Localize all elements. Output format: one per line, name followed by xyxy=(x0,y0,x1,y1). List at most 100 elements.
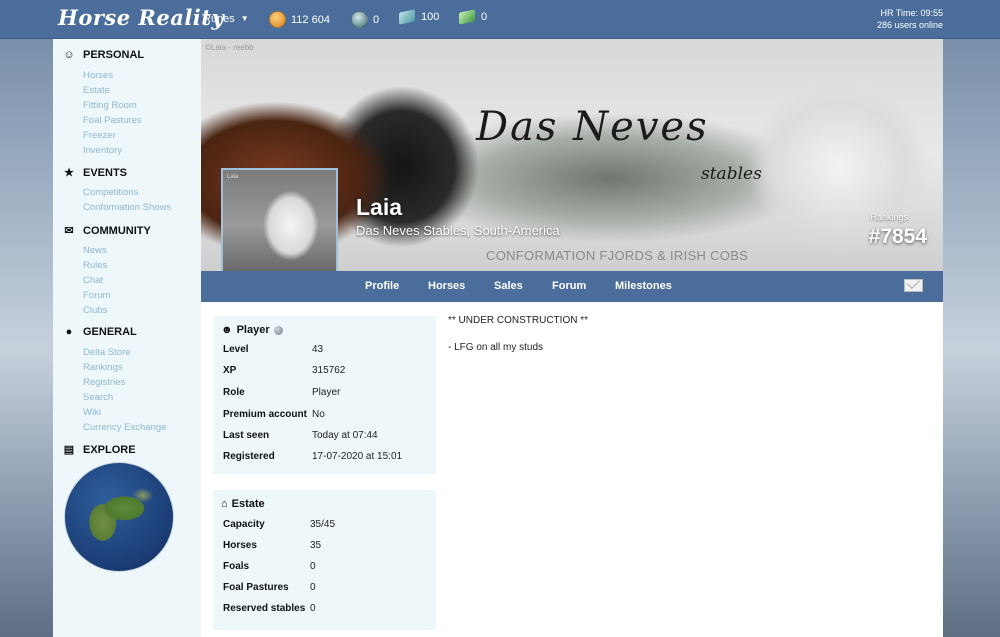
table-row: Foal Pastures 0 xyxy=(223,582,316,593)
section-label: EXPLORE xyxy=(83,443,136,456)
site-logo[interactable]: Horse Reality xyxy=(58,5,224,30)
row-key: Horses xyxy=(223,540,257,551)
table-row: Foals 0 xyxy=(223,561,316,572)
user-icon: ☻ xyxy=(221,324,233,336)
banner-conformation-text: CONFORMATION FJORDS & IRISH COBS xyxy=(486,248,749,263)
sidebar-item-wiki[interactable]: Wiki xyxy=(83,407,101,418)
banner-stable-script: Das Neves xyxy=(476,104,709,150)
row-key: Reserved stables xyxy=(223,603,306,614)
hr-info: HR Time: 09:55 286 users online xyxy=(877,7,943,31)
sidebar-item-rankings[interactable]: Rankings xyxy=(83,362,123,373)
tab-horses[interactable]: Horses xyxy=(428,280,465,292)
sidebar-item-delta-store[interactable]: Delta Store xyxy=(83,347,131,358)
card-title-text: Estate xyxy=(231,498,265,510)
envelope-icon[interactable] xyxy=(904,279,923,292)
green-banknote-icon xyxy=(459,9,475,25)
currency-value: 0 xyxy=(481,11,488,23)
banner-stable-sub: stables xyxy=(701,164,762,184)
row-value: No xyxy=(312,409,325,420)
star-icon: ★ xyxy=(64,167,74,179)
row-value: 17-07-2020 at 15:01 xyxy=(312,451,403,462)
sidebar-item-chat[interactable]: Chat xyxy=(83,275,103,286)
section-label: EVENTS xyxy=(83,166,128,179)
currency-gold: 112 604 xyxy=(269,11,330,28)
player-name: Laia xyxy=(356,194,403,220)
profile-banner: ©Laia - reebb Das Neves stables Laia Lai… xyxy=(201,39,943,271)
sidebar-item-registries[interactable]: Registries xyxy=(83,377,125,388)
bio-line: - LFG on all my studs xyxy=(448,342,544,353)
row-key: XP xyxy=(223,365,237,376)
sidebar-item-freezer[interactable]: Freezer xyxy=(83,130,116,141)
sidebar-item-fitting-room[interactable]: Fitting Room xyxy=(83,100,137,111)
sidebar-item-forum[interactable]: Forum xyxy=(83,290,110,301)
row-key: Registered xyxy=(223,451,275,462)
sidebar-item-inventory[interactable]: Inventory xyxy=(83,145,122,156)
estate-card: ⌂ Estate Capacity 35/45 Horses 35 Foals … xyxy=(213,490,436,630)
profile-nav: Profile Horses Sales Forum Milestones xyxy=(201,271,943,302)
row-value: Today at 07:44 xyxy=(312,430,378,441)
runes-dropdown[interactable]: Runes ▼ xyxy=(203,13,249,25)
sidebar-item-competitions[interactable]: Competitions xyxy=(83,187,138,198)
profile-content: ☻ Player Level 43 XP 315762 Role Player … xyxy=(201,302,943,637)
row-key: Foal Pastures xyxy=(223,582,289,593)
currency-value: 0 xyxy=(373,13,380,26)
currency-teal-note: 100 xyxy=(399,9,440,25)
row-value: 0 xyxy=(310,561,316,572)
sidebar-section-personal: ☺ PERSONAL xyxy=(63,49,144,61)
table-row: Last seen Today at 07:44 xyxy=(223,430,378,441)
player-card-title: ☻ Player xyxy=(221,324,283,336)
currency-value: 100 xyxy=(421,11,440,23)
row-key: Foals xyxy=(223,561,250,572)
table-row: XP 315762 xyxy=(223,365,345,376)
row-value: Player xyxy=(312,387,341,398)
row-key: Last seen xyxy=(223,430,270,441)
row-value: 35/45 xyxy=(310,519,336,530)
sidebar-item-horses[interactable]: Horses xyxy=(83,70,113,81)
gold-coin-icon xyxy=(269,11,286,28)
tab-sales[interactable]: Sales xyxy=(494,280,523,292)
player-stable-name: Das Neves Stables, South-America xyxy=(356,223,560,238)
currency-value: 112 604 xyxy=(291,13,330,26)
sidebar-section-explore: ▤ EXPLORE xyxy=(63,443,136,457)
table-row: Premium account No xyxy=(223,409,325,420)
row-key: Capacity xyxy=(223,519,265,530)
player-avatar: Laia xyxy=(221,168,338,271)
sidebar-item-foal-pastures[interactable]: Foal Pastures xyxy=(83,115,142,126)
map-icon: ▤ xyxy=(63,444,75,456)
player-card: ☻ Player Level 43 XP 315762 Role Player … xyxy=(213,316,436,474)
sidebar-item-news[interactable]: News xyxy=(83,245,107,256)
sidebar-item-clubs[interactable]: Clubs xyxy=(83,305,107,316)
user-circle-icon: ☺ xyxy=(63,49,75,61)
explore-globe-image[interactable] xyxy=(64,462,174,572)
estate-card-title: ⌂ Estate xyxy=(221,498,265,510)
avatar-tag: Laia xyxy=(227,174,239,180)
currency-green-note: 0 xyxy=(459,9,488,25)
ranking-value[interactable]: #7854 xyxy=(869,225,927,249)
row-value: 0 xyxy=(310,582,316,593)
banner-watermark: ©Laia - reebb xyxy=(205,43,254,52)
card-title-text: Player xyxy=(236,324,270,336)
table-row: Horses 35 xyxy=(223,540,321,551)
hr-time: HR Time: 09:55 xyxy=(880,8,943,18)
sidebar-item-estate[interactable]: Estate xyxy=(83,85,110,96)
dark-coin-icon xyxy=(351,11,368,28)
row-value: 0 xyxy=(310,603,316,614)
sidebar-item-search[interactable]: Search xyxy=(83,392,113,403)
users-online[interactable]: 286 users online xyxy=(877,19,943,31)
row-key: Role xyxy=(223,387,245,398)
chat-bubbles-icon: ✉ xyxy=(64,225,74,237)
tab-profile[interactable]: Profile xyxy=(365,280,399,292)
table-row: Registered 17-07-2020 at 15:01 xyxy=(223,451,402,462)
rankings-label: Rankings xyxy=(870,212,908,222)
globe-icon: ● xyxy=(65,326,73,338)
row-key: Level xyxy=(223,344,249,355)
tab-milestones[interactable]: Milestones xyxy=(615,280,672,292)
table-row: Reserved stables 0 xyxy=(223,603,316,614)
sidebar-item-currency-exchange[interactable]: Currency Exchange xyxy=(83,422,166,433)
sidebar-section-community: ✉ COMMUNITY xyxy=(63,224,150,238)
sidebar-item-rules[interactable]: Rules xyxy=(83,260,107,271)
tab-forum[interactable]: Forum xyxy=(552,280,586,292)
row-value: 35 xyxy=(310,540,322,551)
sidebar-item-conformation-shows[interactable]: Conformation Shows xyxy=(83,202,171,213)
row-value: 315762 xyxy=(312,365,346,376)
